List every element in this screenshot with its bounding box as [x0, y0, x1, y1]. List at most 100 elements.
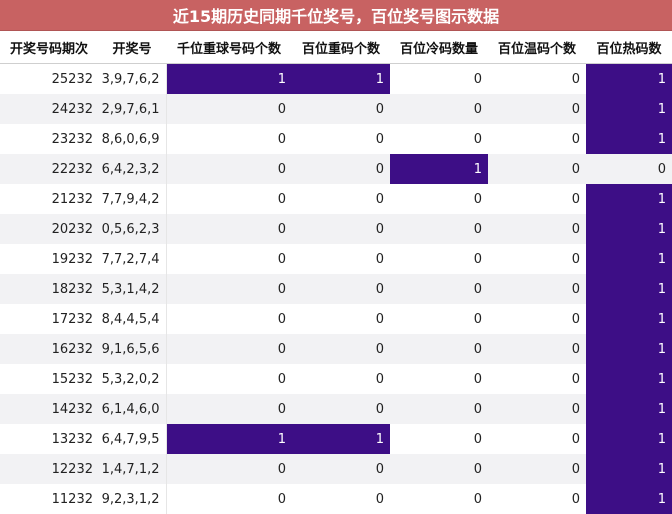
cell-hundreds-cold: 0	[390, 364, 488, 394]
cell-thousands-repeat: 0	[166, 364, 292, 394]
table-row: 23232 8,6,0,6,9 0 0 0 0 1	[0, 124, 672, 154]
table-body: 25232 3,9,7,6,2 1 1 0 0 1 24232 2,9,7,6,1 0 0 0 0 1 23…	[0, 63, 672, 514]
cell-hundreds-warm: 0	[488, 244, 586, 274]
cell-hundreds-warm: 0	[488, 304, 586, 334]
header-hundreds-repeat: 百位重码个数	[292, 31, 390, 64]
cell-hundreds-hot: 1	[586, 454, 672, 484]
table-row: 22232 6,4,2,3,2 0 0 1 0 0	[0, 154, 672, 184]
cell-hundreds-cold: 0	[390, 184, 488, 214]
header-hundreds-hot: 百位热码数	[586, 31, 672, 64]
cell-hundreds-warm: 0	[488, 184, 586, 214]
cell-thousands-repeat: 1	[166, 424, 292, 454]
header-hundreds-warm: 百位温码个数	[488, 31, 586, 64]
cell-numbers: 8,6,0,6,9	[98, 124, 167, 154]
cell-hundreds-repeat: 0	[292, 214, 390, 244]
cell-hundreds-warm: 0	[488, 274, 586, 304]
cell-hundreds-cold: 0	[390, 424, 488, 454]
cell-period: 20232	[0, 214, 98, 244]
cell-numbers: 1,4,7,1,2	[98, 454, 167, 484]
cell-hundreds-repeat: 0	[292, 364, 390, 394]
cell-hundreds-hot: 1	[586, 63, 672, 94]
cell-period: 14232	[0, 394, 98, 424]
cell-numbers: 5,3,2,0,2	[98, 364, 167, 394]
cell-hundreds-repeat: 0	[292, 94, 390, 124]
cell-hundreds-repeat: 1	[292, 63, 390, 94]
cell-hundreds-cold: 0	[390, 214, 488, 244]
cell-numbers: 7,7,9,4,2	[98, 184, 167, 214]
cell-period: 25232	[0, 63, 98, 94]
cell-hundreds-warm: 0	[488, 334, 586, 364]
cell-hundreds-cold: 0	[390, 484, 488, 514]
cell-hundreds-warm: 0	[488, 94, 586, 124]
cell-numbers: 8,4,4,5,4	[98, 304, 167, 334]
cell-thousands-repeat: 0	[166, 214, 292, 244]
cell-period: 21232	[0, 184, 98, 214]
table-row: 25232 3,9,7,6,2 1 1 0 0 1	[0, 63, 672, 94]
cell-numbers: 7,7,2,7,4	[98, 244, 167, 274]
table-row: 20232 0,5,6,2,3 0 0 0 0 1	[0, 214, 672, 244]
cell-hundreds-cold: 0	[390, 244, 488, 274]
cell-hundreds-hot: 1	[586, 274, 672, 304]
cell-thousands-repeat: 0	[166, 94, 292, 124]
cell-hundreds-warm: 0	[488, 214, 586, 244]
table-row: 12232 1,4,7,1,2 0 0 0 0 1	[0, 454, 672, 484]
cell-hundreds-repeat: 0	[292, 304, 390, 334]
cell-hundreds-hot: 1	[586, 214, 672, 244]
cell-period: 15232	[0, 364, 98, 394]
table-row: 16232 9,1,6,5,6 0 0 0 0 1	[0, 334, 672, 364]
cell-hundreds-repeat: 0	[292, 274, 390, 304]
data-report: 近15期历史同期千位奖号，百位奖号图示数据 开奖号码期次 开奖号 千位重球号码个…	[0, 0, 672, 514]
cell-numbers: 5,3,1,4,2	[98, 274, 167, 304]
cell-thousands-repeat: 1	[166, 63, 292, 94]
cell-hundreds-cold: 0	[390, 334, 488, 364]
cell-hundreds-warm: 0	[488, 424, 586, 454]
cell-hundreds-warm: 0	[488, 454, 586, 484]
cell-period: 24232	[0, 94, 98, 124]
cell-hundreds-cold: 0	[390, 454, 488, 484]
table-row: 24232 2,9,7,6,1 0 0 0 0 1	[0, 94, 672, 124]
cell-hundreds-hot: 1	[586, 94, 672, 124]
cell-numbers: 3,9,7,6,2	[98, 63, 167, 94]
cell-hundreds-warm: 0	[488, 364, 586, 394]
table-header: 开奖号码期次 开奖号 千位重球号码个数 百位重码个数 百位冷码数量 百位温码个数…	[0, 31, 672, 64]
cell-period: 22232	[0, 154, 98, 184]
data-table: 开奖号码期次 开奖号 千位重球号码个数 百位重码个数 百位冷码数量 百位温码个数…	[0, 31, 672, 514]
cell-period: 16232	[0, 334, 98, 364]
cell-hundreds-hot: 1	[586, 124, 672, 154]
cell-thousands-repeat: 0	[166, 304, 292, 334]
cell-numbers: 2,9,7,6,1	[98, 94, 167, 124]
report-title: 近15期历史同期千位奖号，百位奖号图示数据	[0, 0, 672, 31]
cell-hundreds-hot: 1	[586, 424, 672, 454]
table-row: 11232 9,2,3,1,2 0 0 0 0 1	[0, 484, 672, 514]
cell-hundreds-hot: 1	[586, 364, 672, 394]
cell-thousands-repeat: 0	[166, 154, 292, 184]
cell-hundreds-repeat: 0	[292, 454, 390, 484]
cell-hundreds-warm: 0	[488, 484, 586, 514]
cell-hundreds-warm: 0	[488, 124, 586, 154]
cell-hundreds-cold: 1	[390, 154, 488, 184]
cell-thousands-repeat: 0	[166, 184, 292, 214]
cell-hundreds-hot: 0	[586, 154, 672, 184]
cell-period: 13232	[0, 424, 98, 454]
cell-numbers: 0,5,6,2,3	[98, 214, 167, 244]
header-numbers: 开奖号	[98, 31, 166, 64]
cell-hundreds-warm: 0	[488, 154, 586, 184]
cell-hundreds-hot: 1	[586, 244, 672, 274]
cell-thousands-repeat: 0	[166, 394, 292, 424]
cell-hundreds-cold: 0	[390, 394, 488, 424]
cell-period: 19232	[0, 244, 98, 274]
cell-hundreds-hot: 1	[586, 304, 672, 334]
cell-numbers: 6,4,7,9,5	[98, 424, 167, 454]
cell-hundreds-cold: 0	[390, 63, 488, 94]
cell-hundreds-warm: 0	[488, 394, 586, 424]
cell-thousands-repeat: 0	[166, 454, 292, 484]
cell-thousands-repeat: 0	[166, 244, 292, 274]
cell-period: 23232	[0, 124, 98, 154]
cell-hundreds-repeat: 0	[292, 244, 390, 274]
cell-thousands-repeat: 0	[166, 274, 292, 304]
cell-period: 11232	[0, 484, 98, 514]
cell-hundreds-repeat: 1	[292, 424, 390, 454]
header-hundreds-cold: 百位冷码数量	[390, 31, 488, 64]
cell-numbers: 9,2,3,1,2	[98, 484, 167, 514]
cell-hundreds-repeat: 0	[292, 394, 390, 424]
